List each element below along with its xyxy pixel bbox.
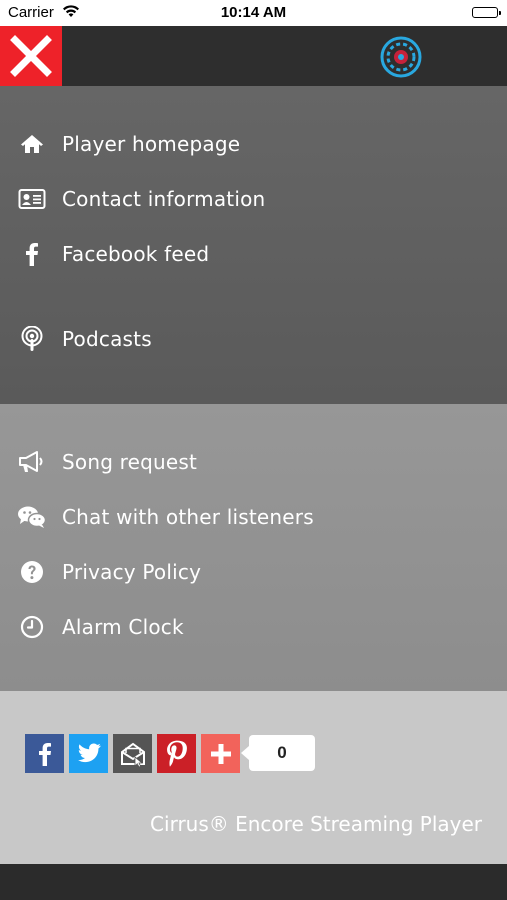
station-logo-icon bbox=[378, 35, 424, 79]
email-share-icon bbox=[120, 742, 145, 767]
menu-item-song-request[interactable]: Song request bbox=[0, 440, 507, 484]
menu-item-label: Song request bbox=[62, 450, 198, 474]
menu-item-privacy-policy[interactable]: Privacy Policy bbox=[0, 550, 507, 594]
twitter-share-button[interactable] bbox=[69, 734, 108, 773]
twitter-share-icon bbox=[77, 742, 101, 762]
battery-icon bbox=[472, 7, 501, 18]
top-bar bbox=[0, 26, 507, 86]
email-share-button[interactable] bbox=[113, 734, 152, 773]
status-bar: Carrier 10:14 AM bbox=[0, 0, 507, 26]
menu-item-label: Contact information bbox=[62, 187, 266, 211]
menu-item-label: Chat with other listeners bbox=[62, 505, 314, 529]
close-icon bbox=[10, 35, 52, 77]
home-icon bbox=[17, 129, 47, 159]
contact-card-icon bbox=[17, 184, 47, 214]
menu-item-podcasts[interactable]: Podcasts bbox=[0, 317, 507, 361]
pinterest-share-button[interactable] bbox=[157, 734, 196, 773]
share-count: 0 bbox=[241, 735, 315, 771]
podcast-icon bbox=[17, 324, 47, 354]
menu-item-label: Alarm Clock bbox=[62, 615, 184, 639]
menu-item-alarm-clock[interactable]: Alarm Clock bbox=[0, 605, 507, 649]
menu-item-label: Facebook feed bbox=[62, 242, 210, 266]
menu-item-label: Privacy Policy bbox=[62, 560, 202, 584]
plus-share-icon bbox=[210, 743, 231, 764]
bottom-bar bbox=[0, 864, 507, 900]
menu-item-contact-information[interactable]: Contact information bbox=[0, 177, 507, 221]
share-section bbox=[0, 691, 507, 864]
question-icon bbox=[17, 557, 47, 587]
menu-item-label: Podcasts bbox=[62, 327, 152, 351]
facebook-icon bbox=[17, 239, 47, 269]
facebook-share-icon bbox=[38, 742, 51, 766]
pinterest-share-icon bbox=[166, 740, 187, 766]
chat-icon bbox=[17, 502, 47, 532]
close-button[interactable] bbox=[0, 26, 62, 86]
menu-item-label: Player homepage bbox=[62, 132, 241, 156]
menu-item-chat-with-other-listeners[interactable]: Chat with other listeners bbox=[0, 495, 507, 539]
more-share-button[interactable] bbox=[201, 734, 240, 773]
menu-item-player-homepage[interactable]: Player homepage bbox=[0, 122, 507, 166]
megaphone-icon bbox=[17, 447, 47, 477]
facebook-share-button[interactable] bbox=[25, 734, 64, 773]
menu-item-facebook-feed[interactable]: Facebook feed bbox=[0, 232, 507, 276]
footer-text: Cirrus® Encore Streaming Player bbox=[150, 812, 482, 836]
clock-icon bbox=[17, 612, 47, 642]
clock-time: 10:14 AM bbox=[220, 4, 287, 21]
